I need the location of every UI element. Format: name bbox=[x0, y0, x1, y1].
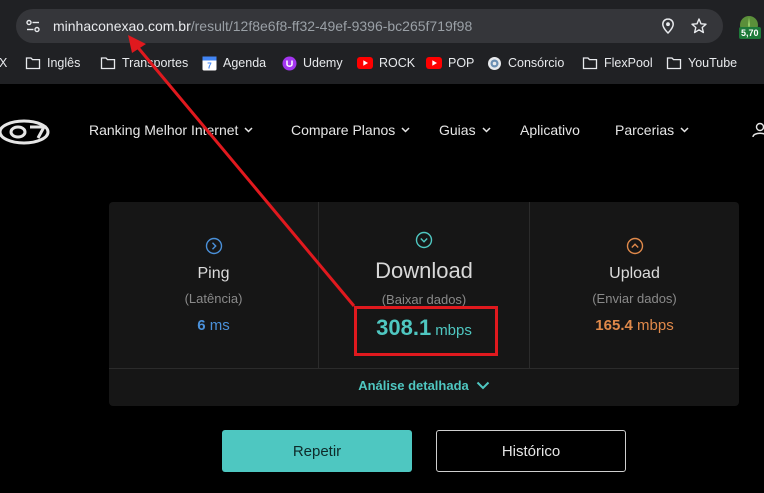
nav-label: Aplicativo bbox=[520, 122, 580, 138]
folder-icon bbox=[100, 57, 116, 70]
download-unit: mbps bbox=[435, 322, 472, 339]
location-icon[interactable] bbox=[659, 17, 677, 35]
nav-label: Compare Planos bbox=[291, 122, 396, 138]
ping-number: 6 bbox=[197, 317, 206, 334]
site-info-icon[interactable] bbox=[25, 18, 41, 34]
youtube-icon bbox=[426, 57, 442, 69]
globe-icon bbox=[488, 56, 501, 70]
bookmark-label: YouTube bbox=[688, 56, 738, 70]
site-nav: Ranking Melhor Internet Compare Planos G… bbox=[0, 100, 764, 162]
nav-compare-planos[interactable]: Compare Planos bbox=[291, 122, 410, 138]
ping-panel: Ping (Latência) 6 ms bbox=[109, 202, 318, 368]
bookmark-consorcio[interactable]: Consórcio bbox=[487, 54, 564, 72]
site-logo[interactable] bbox=[0, 118, 52, 146]
folder-icon bbox=[25, 57, 41, 70]
bookmark-label: Inglês bbox=[47, 56, 81, 70]
download-panel: Download (Baixar dados) 308.1 mbps bbox=[319, 202, 529, 368]
chevron-down-icon bbox=[680, 127, 689, 133]
upload-subtitle: (Enviar dados) bbox=[592, 291, 677, 306]
download-value: 308.1 mbps bbox=[319, 315, 529, 341]
bookmark-youtube[interactable]: YouTube bbox=[666, 54, 737, 72]
bookmark-label: X bbox=[0, 56, 8, 70]
bookmark-label: Transportes bbox=[122, 56, 189, 70]
bookmark-pop[interactable]: POP bbox=[426, 54, 474, 72]
bookmark-transportes[interactable]: Transportes bbox=[100, 54, 188, 72]
download-number: 308.1 bbox=[376, 315, 432, 340]
bookmark-rock[interactable]: ROCK bbox=[357, 54, 415, 72]
bookmark-udemy[interactable]: Udemy bbox=[282, 54, 343, 72]
ping-subtitle: (Latência) bbox=[184, 291, 243, 306]
download-subtitle: (Baixar dados) bbox=[381, 292, 467, 307]
extension-badge: 5,70 bbox=[739, 27, 761, 39]
repeat-button[interactable]: Repetir bbox=[222, 430, 412, 472]
browser-chrome: minhaconexao.com.br/result/12f8e6f8-ff32… bbox=[0, 0, 764, 84]
nav-label: Ranking Melhor Internet bbox=[89, 122, 239, 138]
nav-guias[interactable]: Guias bbox=[439, 122, 491, 138]
download-title: Download bbox=[375, 258, 473, 283]
chevron-down-icon bbox=[476, 381, 489, 390]
nav-label: Parcerias bbox=[615, 122, 675, 138]
udemy-icon bbox=[282, 56, 297, 70]
upload-number: 165.4 bbox=[595, 317, 633, 334]
url-text[interactable]: minhaconexao.com.br/result/12f8e6f8-ff32… bbox=[53, 18, 472, 34]
youtube-icon bbox=[357, 57, 373, 69]
nav-ranking[interactable]: Ranking Melhor Internet bbox=[89, 122, 253, 138]
svg-text:7: 7 bbox=[207, 61, 212, 70]
chevron-down-icon bbox=[244, 127, 253, 133]
nav-label: Guias bbox=[439, 122, 476, 138]
folder-icon bbox=[666, 57, 682, 70]
bookmark-label: ROCK bbox=[379, 56, 416, 70]
bookmarks-bar: X Inglês Transportes 7 Agenda Udemy ROCK… bbox=[0, 52, 764, 74]
chevron-down-icon bbox=[482, 127, 491, 133]
bookmark-star-icon[interactable] bbox=[690, 17, 708, 35]
calendar-icon: 7 bbox=[202, 56, 217, 70]
ping-title: Ping bbox=[197, 265, 230, 282]
bookmark-label: Consórcio bbox=[508, 56, 565, 70]
bookmark-agenda[interactable]: 7 Agenda bbox=[202, 54, 266, 72]
upload-unit: mbps bbox=[637, 317, 674, 334]
speed-results-card: Ping (Latência) 6 ms Download (Baixar da… bbox=[109, 202, 739, 406]
chevron-down-icon bbox=[401, 127, 410, 133]
upload-title: Upload bbox=[609, 265, 660, 282]
history-button[interactable]: Histórico bbox=[436, 430, 626, 472]
chevron-down-circle-icon bbox=[415, 231, 433, 249]
ping-value: 6 ms bbox=[109, 317, 318, 334]
bookmark-flexpool[interactable]: FlexPool bbox=[582, 54, 653, 72]
detailed-analysis-toggle[interactable]: Análise detalhada bbox=[109, 378, 739, 393]
url-host: minhaconexao.com.br bbox=[53, 18, 191, 34]
row-divider bbox=[109, 368, 739, 369]
nav-parcerias[interactable]: Parcerias bbox=[615, 122, 689, 138]
bookmark-ingles[interactable]: Inglês bbox=[25, 54, 80, 72]
bookmark-label: Udemy bbox=[303, 56, 343, 70]
folder-icon bbox=[582, 57, 598, 70]
ping-unit: ms bbox=[209, 317, 230, 334]
chevron-up-circle-icon bbox=[626, 237, 643, 255]
bookmark-x[interactable]: X bbox=[0, 54, 7, 72]
nav-aplicativo[interactable]: Aplicativo bbox=[520, 122, 580, 138]
analysis-label: Análise detalhada bbox=[358, 378, 469, 393]
upload-panel: Upload (Enviar dados) 165.4 mbps bbox=[530, 202, 739, 368]
upload-value: 165.4 mbps bbox=[530, 317, 739, 334]
user-icon[interactable] bbox=[752, 122, 764, 138]
bookmark-label: Agenda bbox=[223, 56, 267, 70]
url-path: /result/12f8e6f8-ff32-49ef-9396-bc265f71… bbox=[190, 18, 473, 34]
bookmark-label: POP bbox=[448, 56, 475, 70]
address-bar[interactable]: minhaconexao.com.br/result/12f8e6f8-ff32… bbox=[16, 9, 723, 43]
chevron-right-circle-icon bbox=[205, 237, 222, 255]
bookmark-label: FlexPool bbox=[604, 56, 653, 70]
